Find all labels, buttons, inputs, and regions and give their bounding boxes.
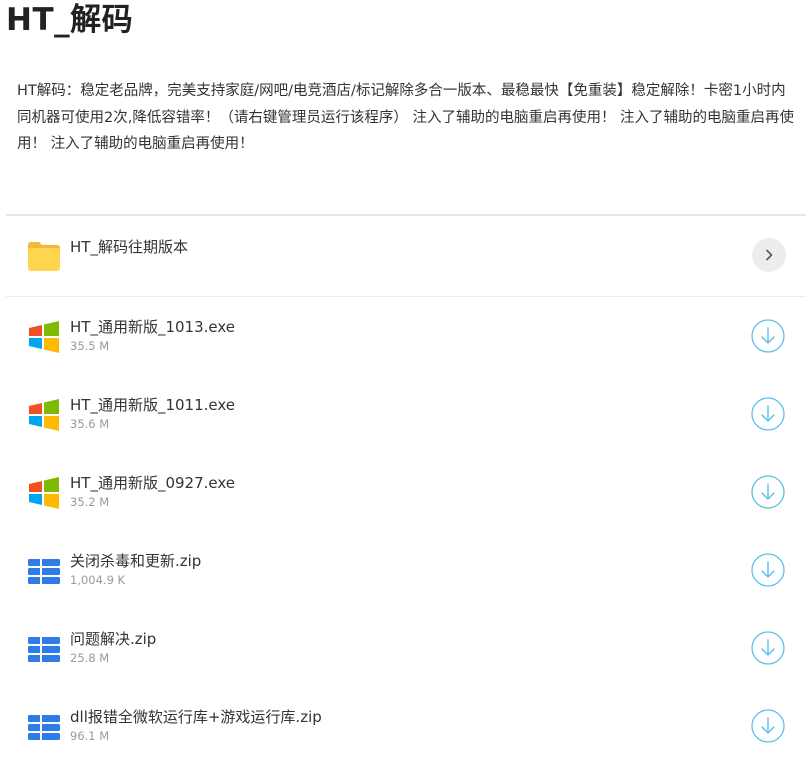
download-icon: [751, 319, 785, 353]
download-button[interactable]: [751, 475, 785, 509]
file-row[interactable]: HT_通用新版_1011.exe 35.6 M: [6, 375, 806, 453]
download-icon: [751, 475, 785, 509]
windows-icon: [26, 397, 62, 433]
page-title: HT_解码: [6, 2, 134, 38]
file-name: dll报错全微软运行库+游戏运行库.zip: [70, 708, 322, 726]
page-description: HT解码：稳定老品牌，完美支持家庭/网吧/电竞酒店/标记解除多合一版本、最稳最快…: [17, 83, 795, 152]
archive-icon: [26, 709, 62, 745]
file-size: 35.5 M: [70, 339, 110, 353]
file-name: 问题解决.zip: [70, 630, 157, 648]
open-folder-button[interactable]: [752, 238, 786, 272]
chevron-right-icon: [766, 249, 773, 261]
file-name: HT_通用新版_1011.exe: [70, 396, 235, 414]
file-row[interactable]: dll报错全微软运行库+游戏运行库.zip 96.1 M: [6, 687, 806, 765]
folder-name: HT_解码往期版本: [70, 238, 188, 256]
file-row[interactable]: 关闭杀毒和更新.zip 1,004.9 K: [6, 531, 806, 609]
file-name: HT_通用新版_1013.exe: [70, 318, 235, 336]
download-icon: [751, 553, 785, 587]
download-button[interactable]: [751, 553, 785, 587]
file-size: 96.1 M: [70, 729, 110, 743]
windows-icon: [26, 475, 62, 511]
file-size: 1,004.9 K: [70, 573, 126, 587]
download-icon: [751, 397, 785, 431]
download-icon: [751, 631, 785, 665]
download-button[interactable]: [751, 319, 785, 353]
folder-row[interactable]: HT_解码往期版本: [6, 216, 806, 297]
file-size: 35.6 M: [70, 417, 110, 431]
file-row[interactable]: 问题解决.zip 25.8 M: [6, 609, 806, 687]
file-list: HT_解码往期版本 HT_通用新版_1013.exe 35.5 M HT_通用新…: [6, 216, 806, 765]
download-button[interactable]: [751, 631, 785, 665]
file-row[interactable]: HT_通用新版_1013.exe 35.5 M: [6, 297, 806, 375]
download-button[interactable]: [751, 709, 785, 743]
file-row[interactable]: HT_通用新版_0927.exe 35.2 M: [6, 453, 806, 531]
file-size: 35.2 M: [70, 495, 110, 509]
file-name: 关闭杀毒和更新.zip: [70, 552, 202, 570]
download-icon: [751, 709, 785, 743]
download-button[interactable]: [751, 397, 785, 431]
archive-icon: [26, 631, 62, 667]
file-size: 25.8 M: [70, 651, 110, 665]
windows-icon: [26, 319, 62, 355]
file-name: HT_通用新版_0927.exe: [70, 474, 235, 492]
archive-icon: [26, 553, 62, 589]
folder-icon: [26, 238, 62, 274]
